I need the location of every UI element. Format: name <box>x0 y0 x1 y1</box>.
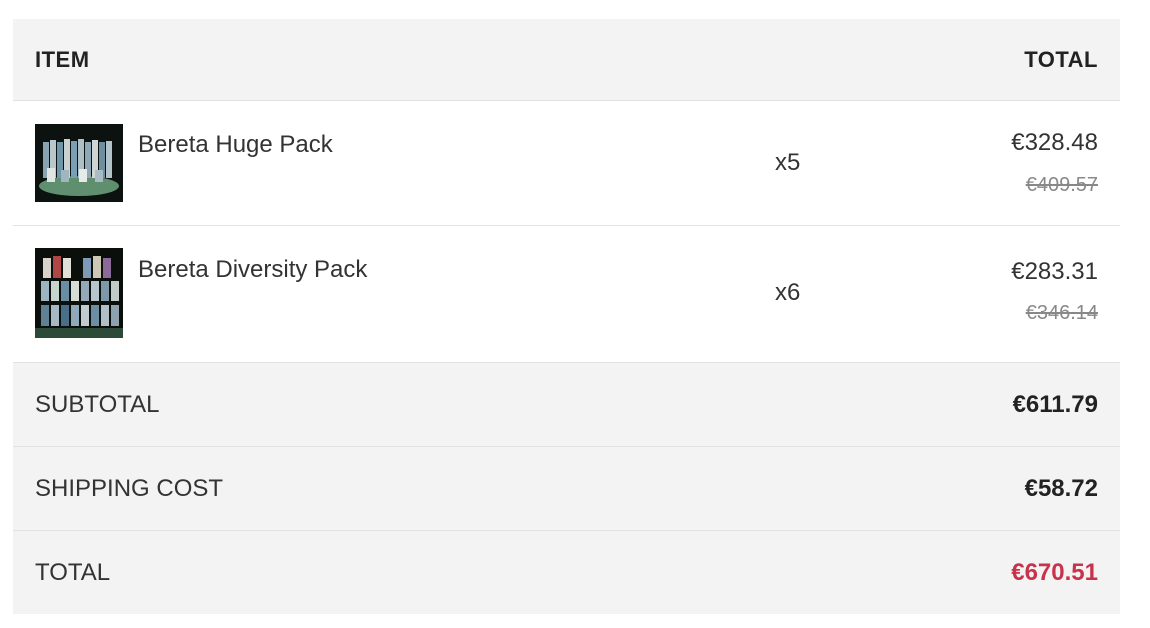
grand-total-value: €670.51 <box>1011 558 1098 586</box>
shipping-label: SHIPPING COST <box>35 474 224 502</box>
table-row: Bereta Diversity Pack x6 €283.31 €346.14 <box>13 226 1120 363</box>
total-column-header: TOTAL <box>1024 46 1098 72</box>
product-thumbnail[interactable] <box>35 124 123 202</box>
product-quantity: x6 <box>775 279 801 306</box>
subtotal-value: €611.79 <box>1012 390 1098 418</box>
order-summary-table: ITEM TOTAL Bereta Huge Pack x5 €328.48 €… <box>13 19 1120 614</box>
product-name[interactable]: Bereta Huge Pack <box>138 131 333 159</box>
product-thumbnail[interactable] <box>35 248 123 338</box>
shipping-row: SHIPPING COST €58.72 <box>13 447 1120 531</box>
subtotal-label: SUBTOTAL <box>35 390 160 418</box>
product-price: €283.31 <box>1011 258 1098 285</box>
table-header: ITEM TOTAL <box>13 19 1120 101</box>
grand-total-row: TOTAL €670.51 <box>13 531 1120 614</box>
table-row: Bereta Huge Pack x5 €328.48 €409.57 <box>13 101 1120 226</box>
subtotal-row: SUBTOTAL €611.79 <box>13 363 1120 447</box>
product-original-price: €346.14 <box>1025 302 1098 324</box>
product-price: €328.48 <box>1011 129 1098 156</box>
product-original-price: €409.57 <box>1025 174 1098 196</box>
product-name[interactable]: Bereta Diversity Pack <box>138 256 367 284</box>
product-quantity: x5 <box>775 149 801 176</box>
item-column-header: ITEM <box>35 46 90 72</box>
shipping-value: €58.72 <box>1024 474 1098 502</box>
grand-total-label: TOTAL <box>35 558 111 586</box>
